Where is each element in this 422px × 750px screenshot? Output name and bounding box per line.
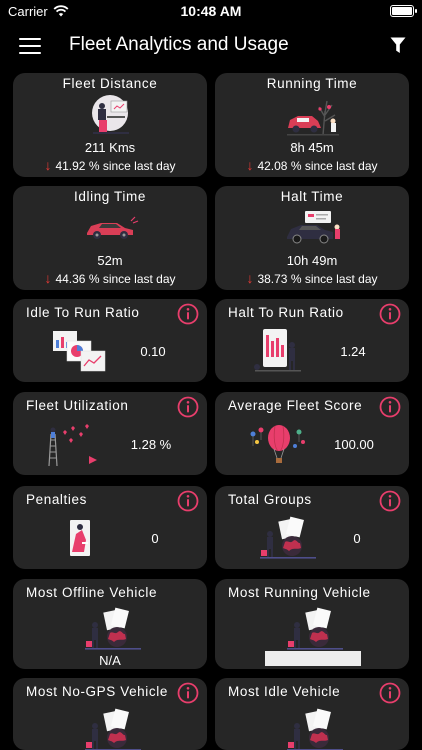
card-value: 211 Kms [84, 140, 136, 155]
arrow-down-icon: ↓ [44, 270, 52, 286]
card-change: ↓ 42.08 % since last day [246, 157, 378, 173]
card-value: N/A [99, 653, 121, 668]
card-total-groups[interactable]: Total Groups 0 [215, 486, 409, 569]
card-value: 100.00 [334, 437, 374, 452]
person-globe-illustration [260, 516, 316, 559]
card-title: Fleet Distance [62, 76, 158, 91]
info-icon[interactable] [379, 303, 401, 325]
info-icon[interactable] [177, 490, 199, 512]
card-fleet-distance[interactable]: Fleet Distance 211 Kms ↓ 41.92 % since la… [13, 73, 207, 177]
app-header: Fleet Analytics and Usage [0, 24, 422, 68]
person-globe-illustration [85, 607, 141, 650]
card-value: 0.10 [140, 344, 166, 359]
info-icon[interactable] [177, 396, 199, 418]
card-value: 0 [151, 531, 159, 546]
person-globe-illustration [287, 607, 343, 650]
page-title: Fleet Analytics and Usage [69, 34, 289, 55]
card-most-running-vehicle[interactable]: Most Running Vehicle [215, 579, 409, 669]
info-icon[interactable] [177, 682, 199, 704]
card-most-offline-vehicle[interactable]: Most Offline Vehicle N/A [13, 579, 207, 669]
card-change: ↓ 38.73 % since last day [246, 270, 378, 286]
person-at-desk-illustration [92, 95, 129, 134]
card-halt-time[interactable]: Halt Time 10h 49m ↓ 38.73 % since last da… [215, 186, 409, 290]
card-halt-to-run-ratio[interactable]: Halt To Run Ratio 1.24 [215, 299, 409, 382]
card-change: ↓ 44.36 % since last day [44, 270, 176, 286]
hot-air-balloon-illustration [250, 425, 305, 463]
phone-person-illustration [254, 329, 301, 372]
card-idle-to-run-ratio[interactable]: Idle To Run Ratio 0.10 [13, 299, 207, 382]
card-title: Halt Time [280, 189, 344, 204]
status-bar: Carrier 10:48 AM [0, 0, 422, 24]
card-title: Most Running Vehicle [228, 585, 371, 600]
card-value: 10h 49m [286, 253, 338, 268]
info-icon[interactable] [379, 682, 401, 704]
card-title: Idling Time [74, 189, 146, 204]
person-globe-illustration [85, 708, 141, 750]
card-most-no-gps-vehicle[interactable]: Most No-GPS Vehicle [13, 678, 207, 750]
ladder-hearts-illustration [48, 424, 97, 467]
charts-cards-illustration [53, 331, 106, 372]
value-placeholder-bar [265, 651, 361, 666]
filter-icon[interactable] [390, 37, 406, 54]
card-penalties[interactable]: Penalties 0 [13, 486, 207, 569]
parked-car-illustration [287, 211, 340, 244]
card-most-idle-vehicle[interactable]: Most Idle Vehicle [215, 678, 409, 750]
card-value: 52m [97, 253, 123, 268]
card-running-time[interactable]: Running Time 8h 45m ↓ 42.08 % since last … [215, 73, 409, 177]
hamburger-menu-icon[interactable] [19, 38, 41, 54]
card-value: 1.28 % [130, 437, 172, 452]
penalty-document-illustration [70, 520, 90, 556]
person-globe-illustration [287, 708, 343, 750]
info-icon[interactable] [379, 490, 401, 512]
card-value: 8h 45m [290, 140, 334, 155]
car-with-tree-illustration [287, 100, 339, 136]
info-icon[interactable] [177, 303, 199, 325]
card-value: 1.24 [340, 344, 366, 359]
card-title: Running Time [266, 76, 358, 91]
info-icon[interactable] [379, 396, 401, 418]
card-idling-time[interactable]: Idling Time 52m ↓ 44.36 % since last day [13, 186, 207, 290]
arrow-down-icon: ↓ [246, 270, 254, 286]
battery-icon [390, 5, 417, 17]
card-value: 0 [353, 531, 361, 546]
card-title: Most Offline Vehicle [26, 585, 158, 600]
card-change: ↓ 41.92 % since last day [44, 157, 176, 173]
card-fleet-utilization[interactable]: Fleet Utilization 1.28 % [13, 392, 207, 475]
card-average-fleet-score[interactable]: Average Fleet Score 100.00 [215, 392, 409, 475]
arrow-down-icon: ↓ [246, 157, 254, 173]
red-car-illustration [87, 216, 139, 239]
status-time: 10:48 AM [180, 3, 242, 19]
arrow-down-icon: ↓ [44, 157, 52, 173]
